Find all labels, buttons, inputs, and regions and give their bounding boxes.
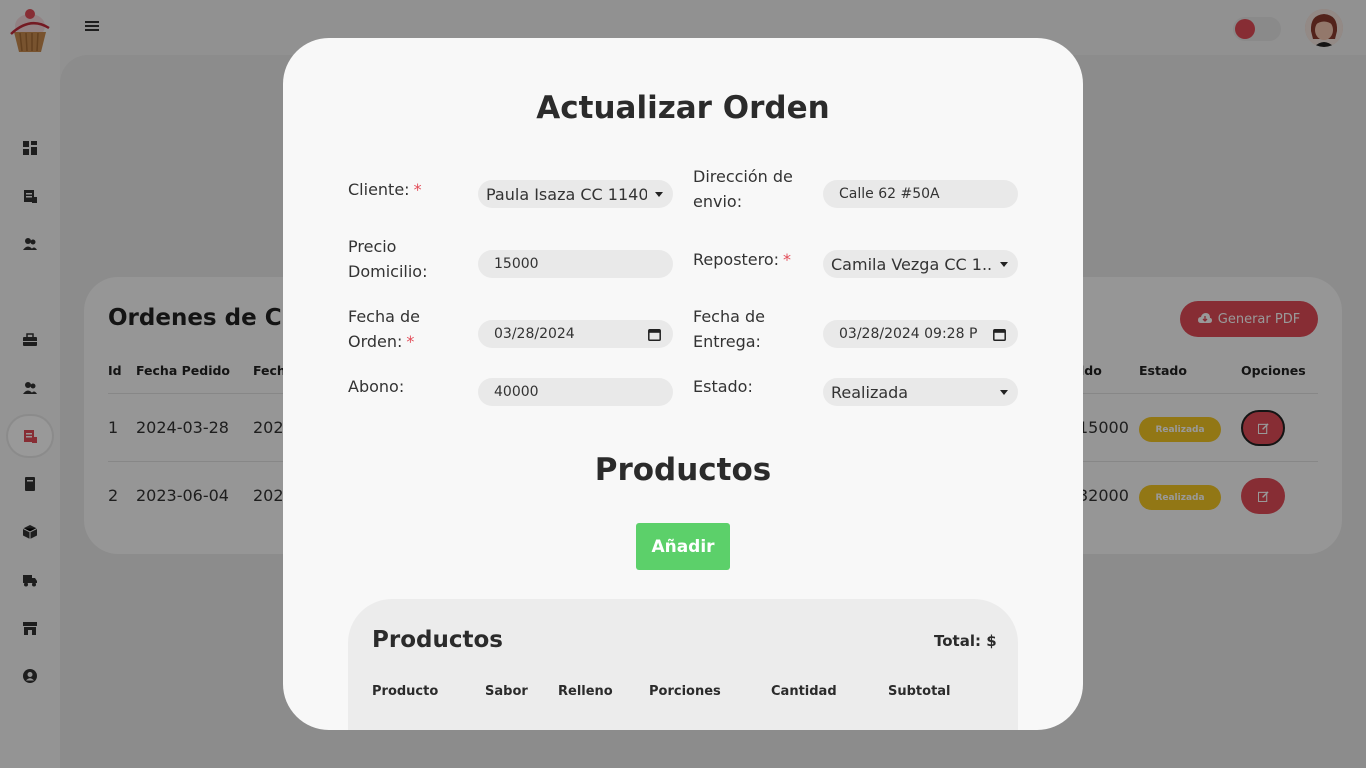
fecha-orden-value: 03/28/2024 xyxy=(494,326,575,342)
estado-value: Realizada xyxy=(831,382,909,402)
abono-value: 40000 xyxy=(494,384,539,400)
cliente-value: Paula Isaza CC 1140... xyxy=(486,184,647,204)
precio-value: 15000 xyxy=(494,256,539,272)
fecha-entrega-value: 03/28/2024 09:28 P xyxy=(839,326,978,342)
column-header-cantidad: Cantidad xyxy=(771,684,837,699)
cliente-label: Cliente: * xyxy=(348,177,422,202)
repostero-label: Repostero: * xyxy=(693,247,791,272)
fecha-entrega-label-line2: Entrega: xyxy=(693,332,761,351)
precio-label: Precio Domicilio: xyxy=(348,234,427,284)
repostero-value: Camila Vezga CC 1... xyxy=(831,254,992,274)
column-header-relleno: Relleno xyxy=(558,684,613,699)
required-mark: * xyxy=(783,250,792,269)
cliente-label-text: Cliente: xyxy=(348,180,410,199)
column-header-sabor: Sabor xyxy=(485,684,528,699)
products-section-title: Productos xyxy=(594,452,772,488)
chevron-down-icon xyxy=(1000,389,1008,395)
fecha-orden-label-line1: Fecha de xyxy=(348,307,420,326)
calendar-icon[interactable] xyxy=(648,328,661,341)
required-mark: * xyxy=(413,180,422,199)
repostero-label-text: Repostero: xyxy=(693,250,780,269)
precio-domicilio-input[interactable]: 15000 xyxy=(478,250,673,278)
fecha-entrega-label-line1: Fecha de xyxy=(693,307,765,326)
column-header-subtotal: Subtotal xyxy=(888,684,951,699)
chevron-down-icon xyxy=(1000,261,1008,267)
fecha-entrega-input[interactable]: 03/28/2024 09:28 P xyxy=(823,320,1018,348)
cliente-select[interactable]: Paula Isaza CC 1140... xyxy=(478,180,673,208)
direccion-input[interactable]: Calle 62 #50A xyxy=(823,180,1018,208)
estado-label: Estado: xyxy=(693,377,753,396)
direccion-label: Dirección de envio: xyxy=(693,164,793,214)
fecha-entrega-label: Fecha de Entrega: xyxy=(693,304,765,354)
add-product-button[interactable]: Añadir xyxy=(636,523,730,570)
products-table-title: Productos xyxy=(372,627,503,653)
update-order-modal: Actualizar Orden Cliente: * Paula Isaza C… xyxy=(283,38,1083,730)
products-total: Total: $ xyxy=(934,632,997,650)
required-mark: * xyxy=(406,332,415,351)
abono-label: Abono: xyxy=(348,377,405,396)
direccion-label-line2: envio: xyxy=(693,192,743,211)
estado-select[interactable]: Realizada xyxy=(823,378,1018,406)
column-header-porciones: Porciones xyxy=(649,684,721,699)
column-header-producto: Producto xyxy=(372,684,439,699)
fecha-orden-label: Fecha de Orden: * xyxy=(348,304,420,354)
fecha-orden-label-line2: Orden: xyxy=(348,332,403,351)
direccion-label-line1: Dirección de xyxy=(693,167,793,186)
calendar-icon[interactable] xyxy=(993,328,1006,341)
precio-label-line1: Precio xyxy=(348,237,397,256)
precio-label-line2: Domicilio: xyxy=(348,262,428,281)
modal-title: Actualizar Orden xyxy=(536,90,830,126)
direccion-value: Calle 62 #50A xyxy=(839,186,940,202)
fecha-orden-input[interactable]: 03/28/2024 xyxy=(478,320,673,348)
chevron-down-icon xyxy=(655,191,663,197)
abono-input[interactable]: 40000 xyxy=(478,378,673,406)
products-table-card xyxy=(348,599,1018,730)
repostero-select[interactable]: Camila Vezga CC 1... xyxy=(823,250,1018,278)
